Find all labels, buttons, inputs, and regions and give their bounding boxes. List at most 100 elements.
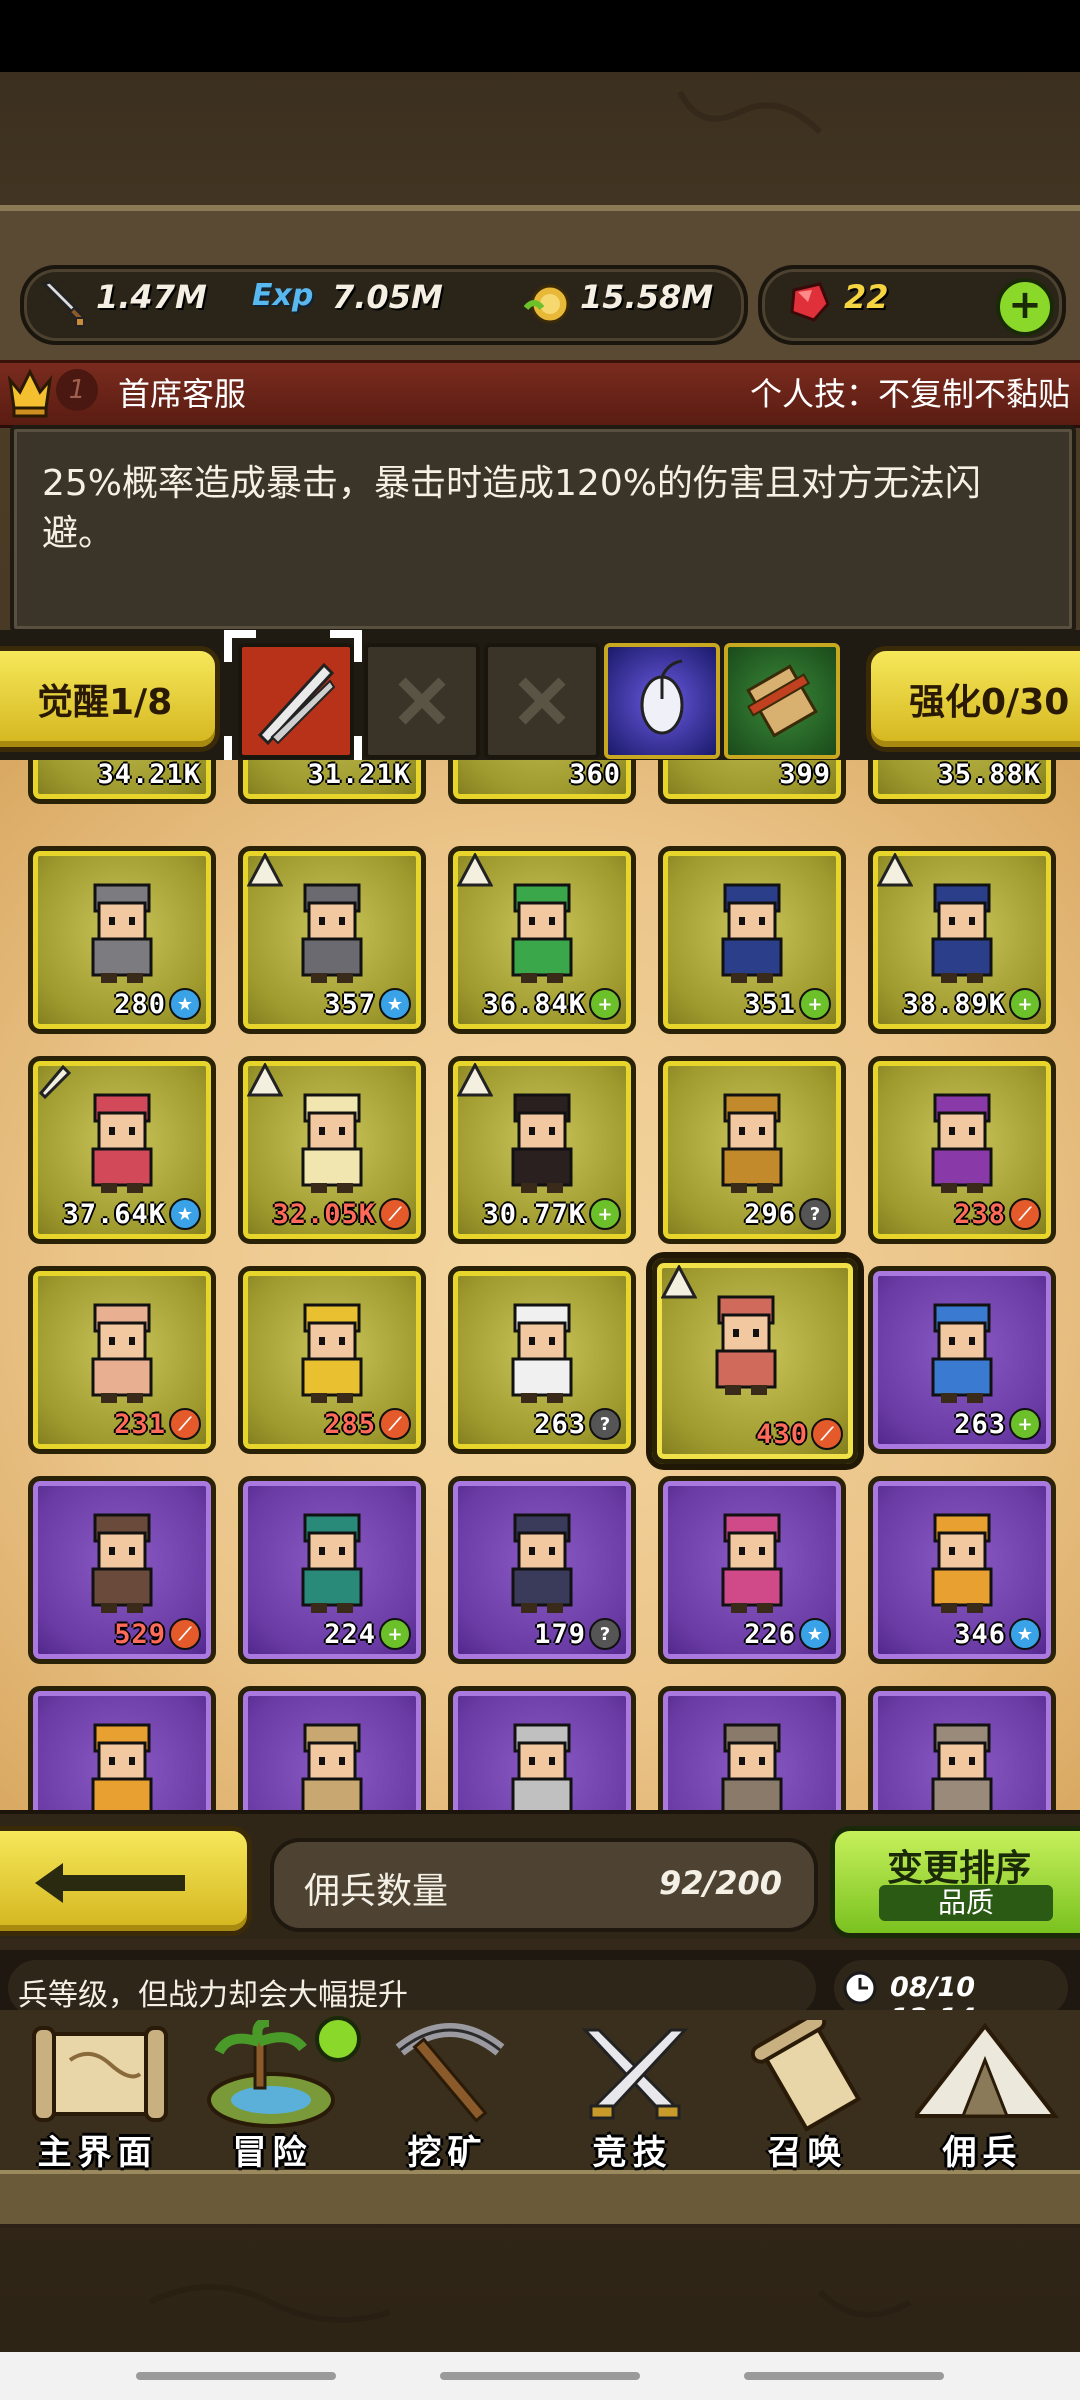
mod-badge-icon: ⟋ [1009, 1198, 1041, 1230]
mercenary-level: 179? [534, 1617, 621, 1651]
back-button[interactable] [0, 1826, 252, 1936]
skill-slot-scroll[interactable] [724, 643, 840, 759]
nav-mining-label: 挖矿 [407, 2133, 488, 2173]
mercenary-level: 36.84K + [482, 987, 621, 1021]
mercenary-portrait-icon [931, 1093, 993, 1193]
clock-icon [843, 1971, 877, 2005]
mercenary-grid[interactable]: 34.21K 31.21K 360 399 35.88K 280 ★ 357 ★ 36.84K +… [0, 760, 1080, 1810]
mercenary-card-partial[interactable]: 360 [448, 760, 636, 804]
enhance-button[interactable]: 强化0/30 [866, 646, 1080, 752]
selection-bracket-icon [224, 630, 362, 768]
mercenary-level: 529 ⟋ [114, 1617, 201, 1651]
mercenary-card[interactable]: 357 ★ [238, 846, 426, 1034]
mercenary-card[interactable]: 296? [658, 1056, 846, 1244]
nav-summon[interactable]: 召唤 [720, 2020, 895, 2180]
attack-value: 1.47M [96, 278, 207, 316]
mercenary-portrait-icon [931, 1513, 993, 1613]
mercenary-card[interactable] [28, 1686, 216, 1810]
mercenary-card[interactable]: 430 ⟋ [652, 1258, 858, 1464]
mod-badge-icon: ⟋ [811, 1418, 843, 1450]
mercenary-level-text: 263 [954, 1408, 1006, 1440]
exp-value: 7.05M [332, 278, 443, 316]
nav-arena[interactable]: 竞技 [545, 2020, 720, 2180]
sort-button[interactable]: 变更排序 品质 [830, 1826, 1080, 1938]
plus-badge-icon: + [589, 1198, 621, 1230]
mercenary-portrait-icon [931, 883, 993, 983]
mercenary-card[interactable]: 280 ★ [28, 846, 216, 1034]
nav-adventure[interactable]: 冒险 [185, 2016, 361, 2180]
mercenary-card-partial[interactable]: 34.21K [28, 760, 216, 804]
mercenary-card[interactable]: 263? [448, 1266, 636, 1454]
enhance-label: 强化0/30 [909, 682, 1070, 723]
back-arrow-icon [35, 1863, 185, 1903]
mercenary-level-text: 285 [324, 1408, 376, 1440]
mercenary-card[interactable]: 179? [448, 1476, 636, 1664]
q-badge-icon: ? [799, 1198, 831, 1230]
mercenary-level-text: 34.21K [97, 760, 201, 790]
mercenary-portrait-icon [91, 883, 153, 983]
mercenary-card[interactable] [448, 1686, 636, 1810]
mercenary-card[interactable]: 37.64K ★ [28, 1056, 216, 1244]
mercenary-level: 226 ★ [744, 1617, 831, 1651]
skill-description-panel: 25%概率造成暴击，暴击时造成120%的伤害且对方无法闪避。 [10, 425, 1076, 633]
mercenary-portrait-icon [91, 1303, 153, 1403]
mercenary-card[interactable]: 263 + [868, 1266, 1056, 1454]
mercenary-level: 430 ⟋ [756, 1417, 843, 1451]
mercenary-level: 357 ★ [324, 987, 411, 1021]
mercenary-card[interactable]: 226 ★ [658, 1476, 846, 1664]
mercenary-level-text: 226 [744, 1618, 796, 1650]
mercenary-card[interactable]: 351 + [658, 846, 846, 1034]
nav-mercenary[interactable]: 佣兵 [895, 2020, 1070, 2180]
mercenary-card[interactable]: 224 + [238, 1476, 426, 1664]
mercenary-card[interactable] [868, 1686, 1056, 1810]
mercenary-level-text: 179 [534, 1618, 586, 1650]
mercenary-level-text: 37.64K [62, 1198, 166, 1230]
mercenary-level: 263? [534, 1407, 621, 1441]
plus-badge-icon: + [379, 1618, 411, 1650]
awaken-button[interactable]: 觉醒1/8 [0, 646, 220, 752]
mercenary-card[interactable]: 231 ⟋ [28, 1266, 216, 1454]
tent-tag-icon [877, 853, 913, 887]
nav-mining[interactable]: 挖矿 [360, 2020, 535, 2180]
mercenary-card[interactable]: 346 ★ [868, 1476, 1056, 1664]
mercenary-portrait-icon [721, 1723, 783, 1810]
mercenary-card-partial[interactable]: 35.88K [868, 760, 1056, 804]
mercenary-level: 296? [744, 1197, 831, 1231]
empty-x-icon [398, 677, 446, 725]
mercenary-card[interactable]: 238 ⟋ [868, 1056, 1056, 1244]
mercenary-card[interactable]: 30.77K + [448, 1056, 636, 1244]
skill-slot-empty-2[interactable] [484, 643, 600, 759]
mercenary-level: 231 ⟋ [114, 1407, 201, 1441]
mercenary-card-partial[interactable]: 31.21K [238, 760, 426, 804]
mercenary-portrait-icon [511, 1513, 573, 1613]
skill-slot-mouse[interactable] [604, 643, 720, 759]
mod-badge-icon: ⟋ [379, 1198, 411, 1230]
mercenary-level-text: 35.88K [937, 760, 1041, 790]
mercenary-card[interactable] [238, 1686, 426, 1810]
mercenary-level: 37.64K ★ [62, 1197, 201, 1231]
mercenary-level-text: 346 [954, 1618, 1006, 1650]
add-gem-button[interactable]: + [996, 278, 1054, 336]
mercenary-card[interactable]: 36.84K + [448, 846, 636, 1034]
mercenary-level: 238 ⟋ [954, 1197, 1041, 1231]
ruby-icon [790, 282, 830, 322]
nav-home[interactable]: 主界面 [10, 2020, 185, 2180]
nav-adventure-label: 冒险 [232, 2133, 313, 2173]
mercenary-card[interactable]: 285 ⟋ [238, 1266, 426, 1454]
skill-description: 25%概率造成暴击，暴击时造成120%的伤害且对方无法闪避。 [42, 463, 981, 554]
mercenary-card[interactable]: 529 ⟋ [28, 1476, 216, 1664]
mercenary-level-text: 31.21K [307, 760, 411, 790]
mercenary-card[interactable]: 38.89K + [868, 846, 1056, 1034]
mercenary-level: 263 + [954, 1407, 1041, 1441]
notification-dot [315, 2016, 361, 2062]
mercenary-level-text: 32.05K [272, 1198, 376, 1230]
mercenary-card[interactable] [658, 1686, 846, 1810]
mercenary-portrait-icon [931, 1723, 993, 1810]
hero-name: 首席客服 [118, 375, 247, 413]
mercenary-count-panel: 佣兵数量 92/200 [270, 1838, 818, 1932]
mercenary-card[interactable]: 32.05K ⟋ [238, 1056, 426, 1244]
nav-summon-label: 召唤 [767, 2133, 848, 2173]
plus-badge-icon: + [1009, 1408, 1041, 1440]
skill-slot-empty-1[interactable] [364, 643, 480, 759]
mercenary-card-partial[interactable]: 399 [658, 760, 846, 804]
